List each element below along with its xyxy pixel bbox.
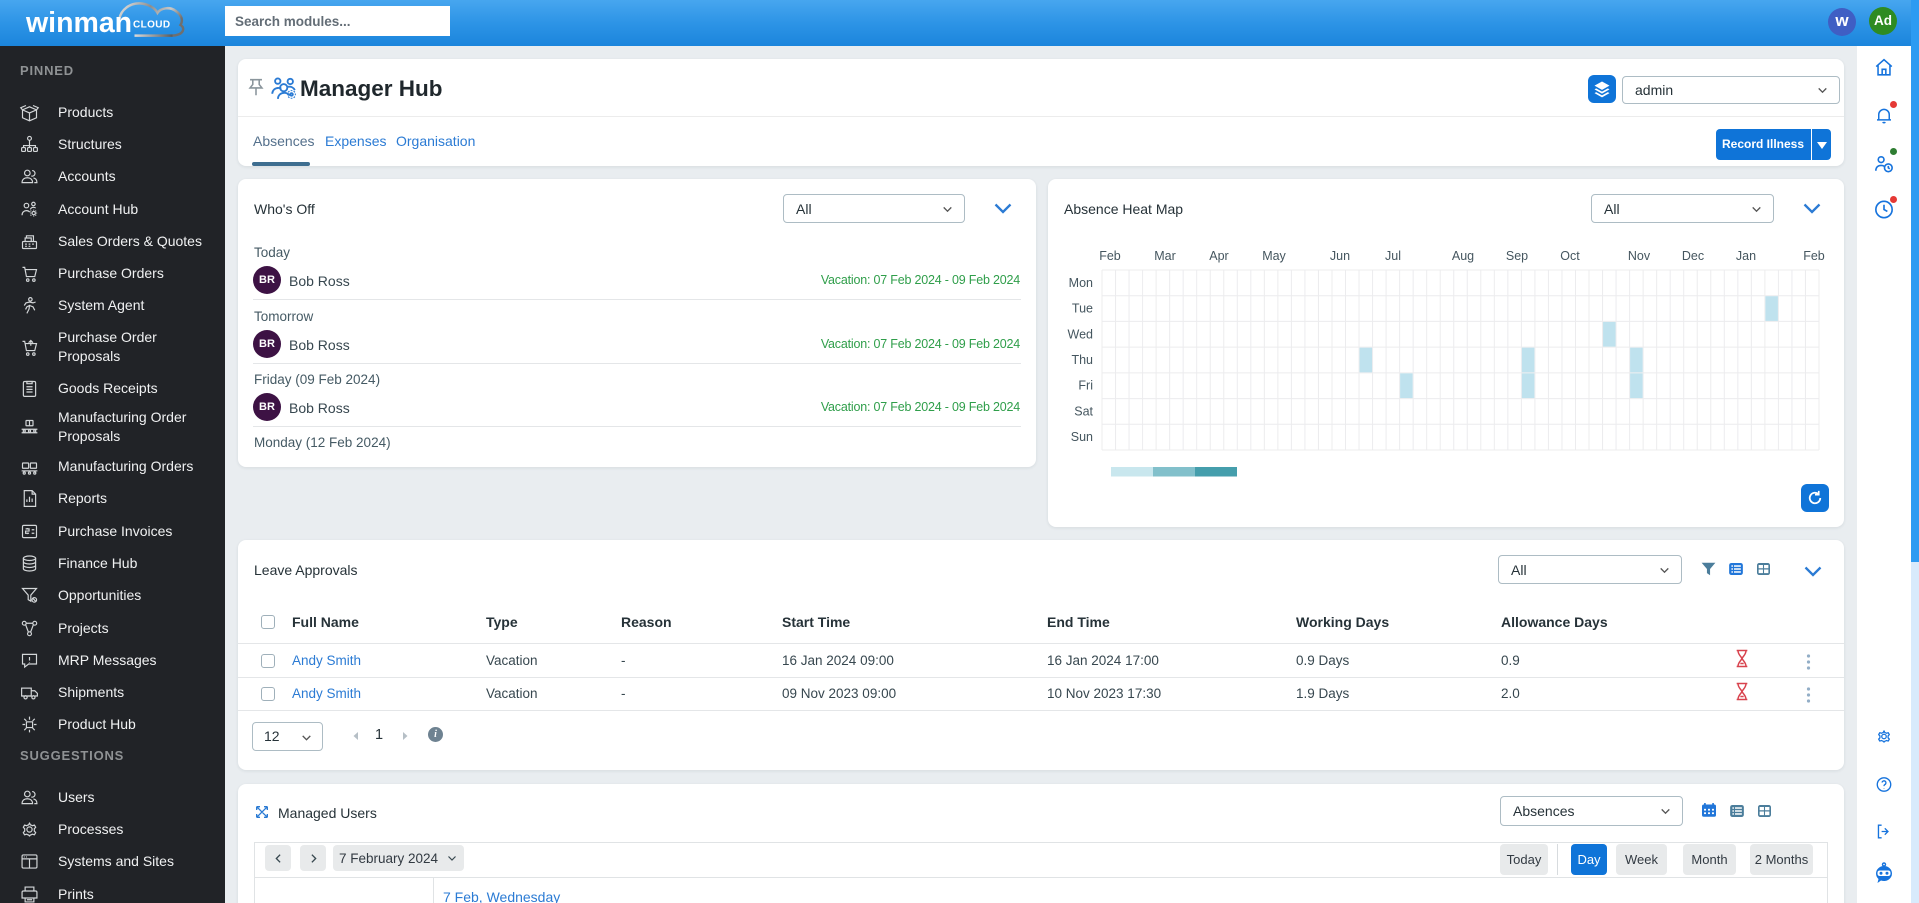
svg-text:Apr: Apr: [1209, 249, 1228, 263]
svg-text:Mar: Mar: [1154, 249, 1176, 263]
svg-text:Feb: Feb: [1803, 249, 1825, 263]
svg-text:Tue: Tue: [1072, 302, 1093, 316]
svg-text:Sat: Sat: [1074, 404, 1093, 418]
svg-text:Wed: Wed: [1068, 327, 1094, 341]
svg-text:May: May: [1262, 249, 1286, 263]
svg-text:Jun: Jun: [1330, 249, 1350, 263]
svg-text:Jul: Jul: [1385, 249, 1401, 263]
svg-text:Feb: Feb: [1099, 249, 1121, 263]
svg-text:Sep: Sep: [1506, 249, 1528, 263]
svg-text:Nov: Nov: [1628, 249, 1651, 263]
svg-text:Fri: Fri: [1078, 379, 1093, 393]
svg-text:Oct: Oct: [1560, 249, 1580, 263]
svg-text:Sun: Sun: [1071, 430, 1093, 444]
svg-text:CLOUD: CLOUD: [133, 20, 171, 31]
svg-text:Dec: Dec: [1682, 249, 1704, 263]
svg-text:Jan: Jan: [1736, 249, 1756, 263]
svg-text:Thu: Thu: [1071, 353, 1093, 367]
svg-text:winman: winman: [25, 7, 132, 39]
svg-text:Mon: Mon: [1069, 276, 1093, 290]
svg-text:Aug: Aug: [1452, 249, 1474, 263]
